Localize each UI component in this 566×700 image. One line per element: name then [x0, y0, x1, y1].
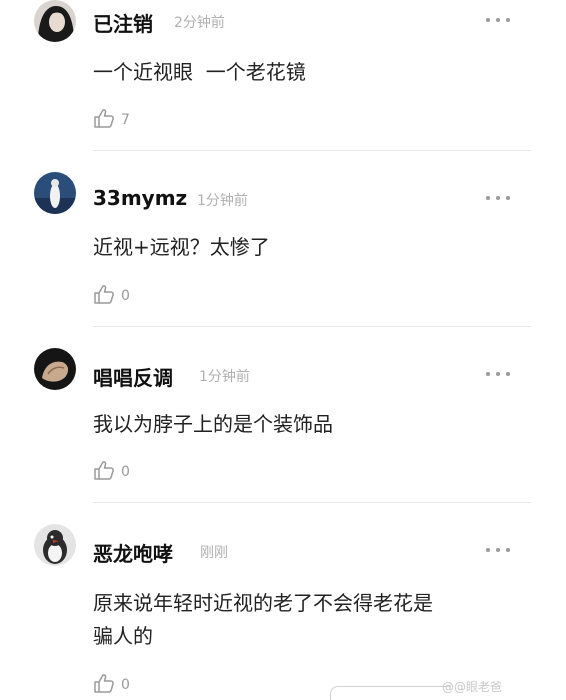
username[interactable]: 33mymz: [93, 186, 187, 210]
thumb-up-icon: [94, 461, 114, 480]
more-dots-icon[interactable]: [486, 15, 510, 25]
like-count: 7: [121, 112, 130, 128]
like-button[interactable]: 7: [93, 106, 130, 130]
comment-text: 我以为脖子上的是个装饰品: [93, 412, 333, 436]
username[interactable]: 已注销: [93, 8, 153, 37]
comment-text-line: 原来说年轻时近视的老了不会得老花是: [93, 591, 433, 615]
divider: [93, 502, 531, 503]
like-count: 0: [121, 677, 130, 693]
like-count: 0: [121, 464, 130, 480]
divider: [93, 150, 531, 151]
thumb-up-icon: [94, 674, 114, 693]
watermark: @@眼老爸: [442, 680, 503, 694]
comment-text: 原来说年轻时近视的老了不会得老花是 骗人的: [93, 587, 533, 653]
avatar-penguin-icon[interactable]: [34, 524, 76, 566]
comment-text: 一个近视眼 一个老花镜: [93, 60, 306, 84]
comment-time: 1分钟前: [199, 369, 250, 385]
bottom-sheet-edge: [330, 686, 451, 700]
more-dots-icon[interactable]: [486, 193, 510, 203]
comment-time: 2分钟前: [174, 15, 225, 31]
avatar-blue-scene-icon[interactable]: [34, 172, 76, 214]
like-count: 0: [121, 288, 130, 304]
thumb-up-icon: [94, 285, 114, 304]
more-dots-icon[interactable]: [486, 369, 510, 379]
comment-text-line: 骗人的: [93, 624, 153, 648]
avatar-dark-hair-icon[interactable]: [34, 0, 76, 42]
comment-time: 1分钟前: [197, 193, 248, 209]
avatar-hand-icon[interactable]: [34, 348, 76, 390]
like-button[interactable]: 0: [93, 282, 130, 306]
divider: [93, 326, 531, 327]
thumb-up-icon: [94, 109, 114, 128]
username[interactable]: 恶龙咆哮: [93, 538, 173, 567]
like-button[interactable]: 0: [93, 458, 130, 482]
comment-text: 近视+远视？太惨了: [93, 235, 270, 259]
username[interactable]: 唱唱反调: [93, 362, 173, 391]
comment-time: 刚刚: [200, 545, 228, 561]
more-dots-icon[interactable]: [486, 545, 510, 555]
like-button[interactable]: 0: [93, 671, 130, 695]
